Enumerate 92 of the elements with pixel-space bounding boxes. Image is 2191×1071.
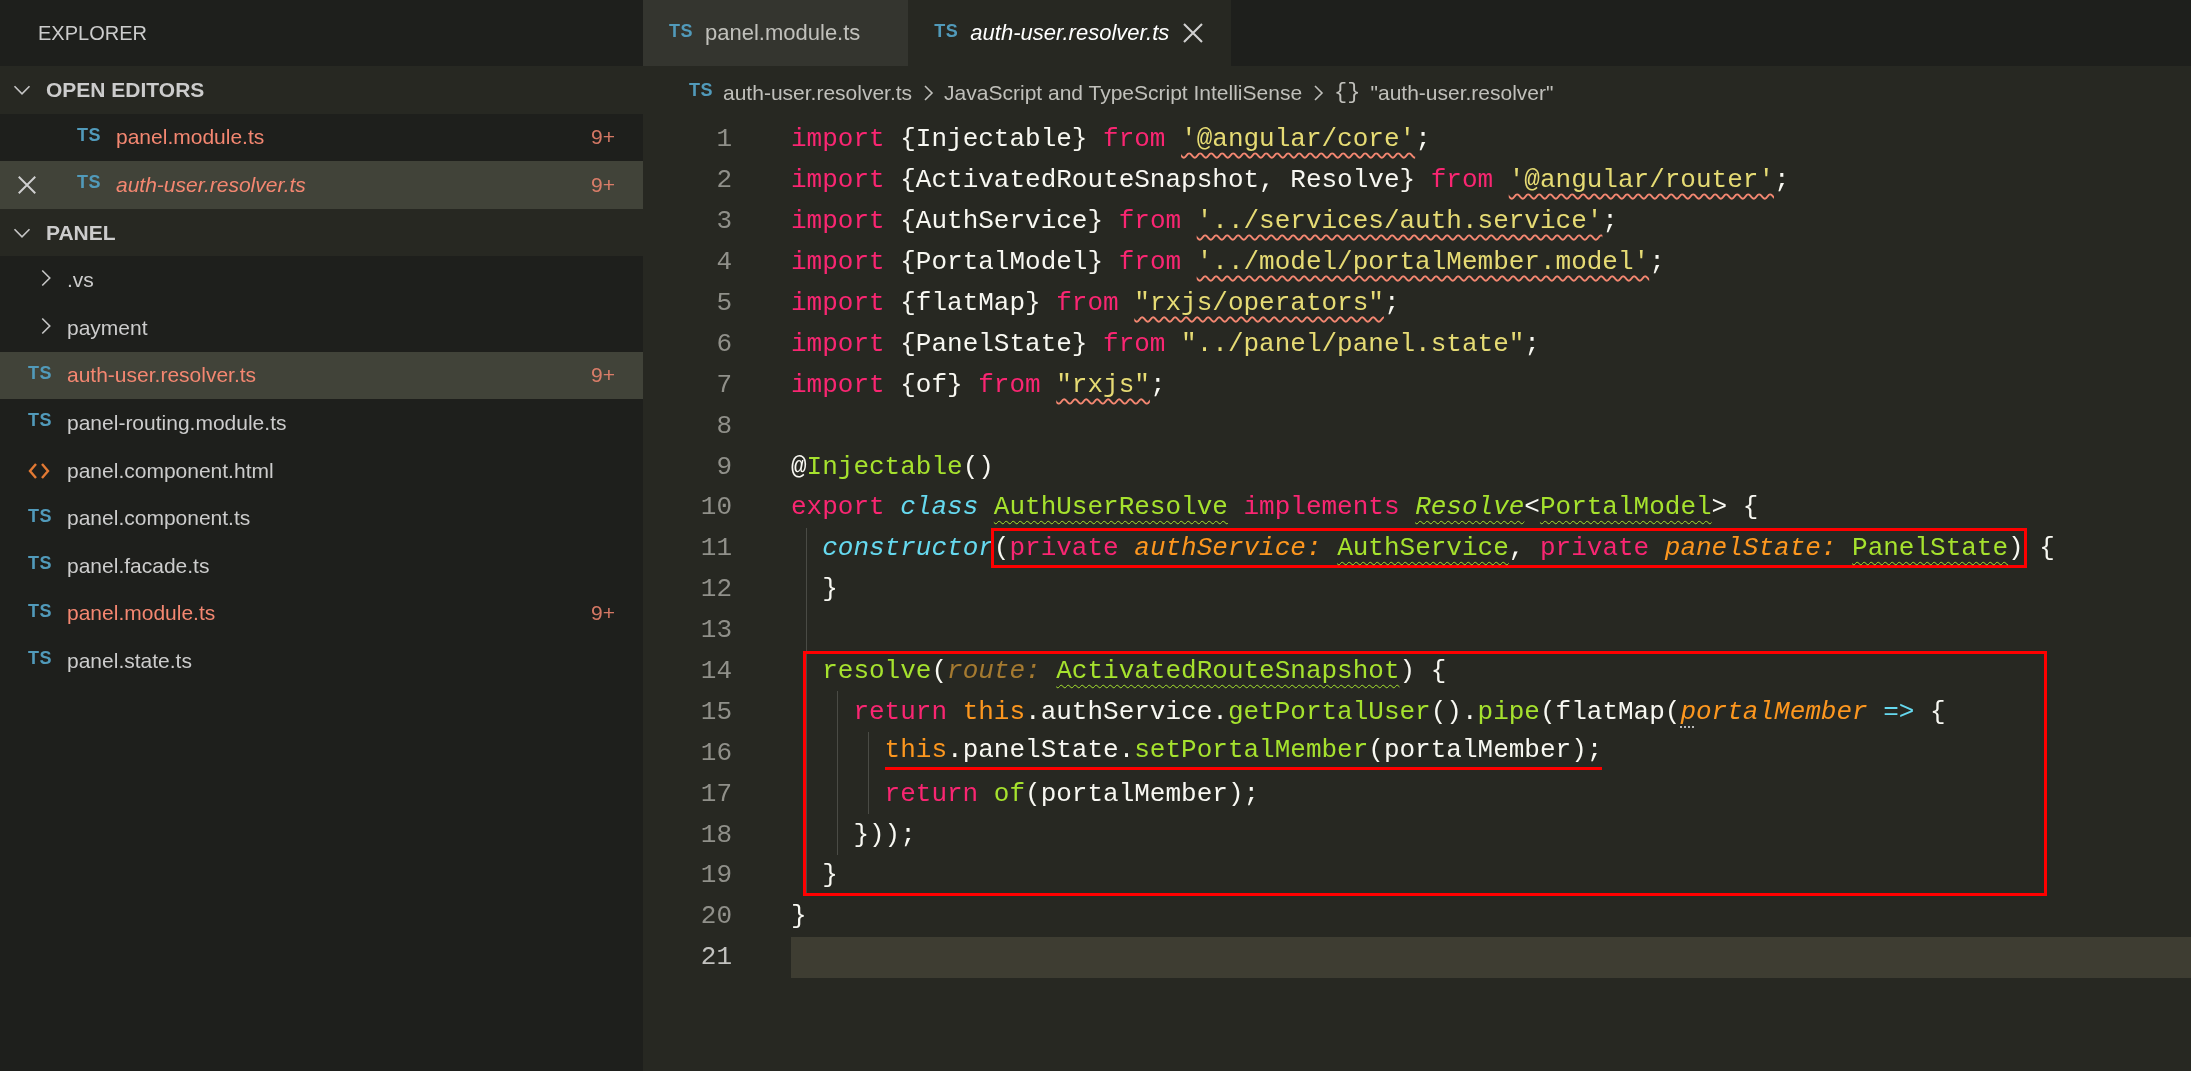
line-number: 2 xyxy=(715,165,733,196)
line-number: 15 xyxy=(699,696,733,727)
line-number: 13 xyxy=(699,615,733,646)
file-item[interactable]: panel.component.html xyxy=(0,446,643,495)
line-number: 17 xyxy=(699,778,733,809)
breadcrumb-item[interactable]: auth-user.resolver.ts xyxy=(723,80,913,105)
line-number: 10 xyxy=(699,492,733,523)
problem-count: 9+ xyxy=(591,601,615,626)
section-title: OPEN EDITORS xyxy=(46,77,205,102)
line-number: 8 xyxy=(715,410,733,441)
code-line: this.panelState.setPortalMember(portalMember); xyxy=(791,732,2191,774)
code-line: import {flatMap} from "rxjs/operators"; xyxy=(791,287,1401,320)
line-number: 14 xyxy=(699,656,733,686)
file-item[interactable]: TS panel.component.ts xyxy=(0,494,643,542)
typescript-file-icon: TS xyxy=(28,600,52,622)
typescript-file-icon: TS xyxy=(28,505,52,527)
code-line: } xyxy=(791,568,2191,610)
line-number: 19 xyxy=(699,860,733,891)
file-name: panel.facade.ts xyxy=(67,553,211,578)
line-number: 16 xyxy=(699,737,733,768)
code-line: import {of} from "rxjs"; xyxy=(791,368,1167,402)
file-name: panel.component.ts xyxy=(67,506,252,531)
file-name: panel-routing.module.ts xyxy=(67,410,288,435)
file-name: auth-user.resolver.ts xyxy=(116,173,307,197)
line-number: 7 xyxy=(715,369,733,400)
open-editor-item[interactable]: TS auth-user.resolver.ts 9+ xyxy=(0,161,643,209)
typescript-file-icon: TS xyxy=(689,80,713,101)
problem-count: 9+ xyxy=(591,173,615,197)
code-line: import {PortalModel} from '../model/portalMember.model'; xyxy=(791,246,1666,280)
line-number: 4 xyxy=(715,247,733,278)
file-item[interactable]: TS panel-routing.module.ts xyxy=(0,399,643,447)
close-icon[interactable] xyxy=(1181,21,1206,45)
open-editor-item[interactable]: TS panel.module.ts 9+ xyxy=(0,113,643,162)
file-name: panel.component.html xyxy=(67,458,275,483)
line-number: 12 xyxy=(699,574,733,605)
close-icon[interactable] xyxy=(16,174,38,196)
code-line: import {AuthService} from '../services/auth.service'; xyxy=(791,205,1619,239)
code-line: import {Injectable} from '@angular/core'; xyxy=(791,123,1432,157)
code-line: })); xyxy=(791,814,2191,856)
file-item[interactable]: TS panel.module.ts 9+ xyxy=(0,589,643,638)
typescript-file-icon: TS xyxy=(669,20,693,42)
code-line: import {PanelState} from "../panel/panel.state"; xyxy=(791,327,1541,361)
chevron-right-icon xyxy=(922,83,935,102)
section-title: PANEL xyxy=(46,220,116,245)
code-line: export class AuthUserResolve implements Resolve<PortalModel> { xyxy=(791,491,1760,525)
line-number: 5 xyxy=(715,288,733,318)
section-header[interactable]: PANEL xyxy=(0,208,643,257)
editor-tab[interactable]: TS auth-user.resolver.ts xyxy=(908,0,1232,66)
file-item[interactable]: TS panel.facade.ts xyxy=(0,541,643,590)
folder-item[interactable]: payment xyxy=(0,303,643,352)
line-number: 1 xyxy=(715,124,733,155)
line-number: 21 xyxy=(699,942,733,973)
section-header[interactable]: OPEN EDITORS xyxy=(0,66,643,114)
breadcrumb-item[interactable]: JavaScript and TypeScript IntelliSense xyxy=(944,80,1303,105)
file-name: auth-user.resolver.ts xyxy=(67,363,258,388)
line-number: 3 xyxy=(715,206,733,237)
tab-label: panel.module.ts xyxy=(705,20,861,46)
editor-tab[interactable]: TS panel.module.ts xyxy=(643,0,909,66)
tab-label: auth-user.resolver.ts xyxy=(970,20,1170,46)
typescript-file-icon: TS xyxy=(934,20,959,42)
line-number: 18 xyxy=(699,819,733,850)
typescript-file-icon: TS xyxy=(28,553,52,575)
folder-name: .vs xyxy=(67,268,95,293)
file-name: panel.module.ts xyxy=(67,601,217,626)
typescript-file-icon: TS xyxy=(28,410,52,432)
typescript-file-icon: TS xyxy=(77,124,101,146)
file-name: panel.state.ts xyxy=(67,648,193,673)
file-item[interactable]: TS auth-user.resolver.ts 9+ xyxy=(0,351,643,400)
code-line: return this.authService.getPortalUser().pipe(flatMap(portalMember => { xyxy=(791,691,2191,733)
module-symbol-icon: {} xyxy=(1334,80,1361,105)
typescript-file-icon: TS xyxy=(77,172,101,194)
folder-item[interactable]: .vs xyxy=(0,256,643,304)
code-line: resolve(route: ActivatedRouteSnapshot) { xyxy=(791,650,2191,692)
file-item[interactable]: TS panel.state.ts xyxy=(0,637,643,685)
code-line: } xyxy=(791,900,808,934)
chevron-right-icon xyxy=(1312,83,1325,102)
explorer-title: EXPLORER xyxy=(37,20,148,46)
problem-count: 9+ xyxy=(591,363,615,388)
code-line: import {ActivatedRouteSnapshot, Resolve} from '@angular/router'; xyxy=(791,164,1791,198)
line-number: 20 xyxy=(699,901,733,932)
file-name: panel.module.ts xyxy=(116,125,266,150)
breadcrumb-item[interactable]: "auth-user.resolver" xyxy=(1370,80,1554,105)
folder-name: payment xyxy=(67,315,149,340)
code-line: } xyxy=(791,855,2191,896)
line-number: 11 xyxy=(699,533,733,564)
typescript-file-icon: TS xyxy=(28,362,52,384)
problem-count: 9+ xyxy=(591,125,615,150)
typescript-file-icon: TS xyxy=(28,648,52,670)
line-number: 6 xyxy=(715,328,733,359)
code-line: return of(portalMember); xyxy=(791,773,2191,815)
code-line: @Injectable() xyxy=(791,450,995,484)
line-number: 9 xyxy=(715,451,733,482)
